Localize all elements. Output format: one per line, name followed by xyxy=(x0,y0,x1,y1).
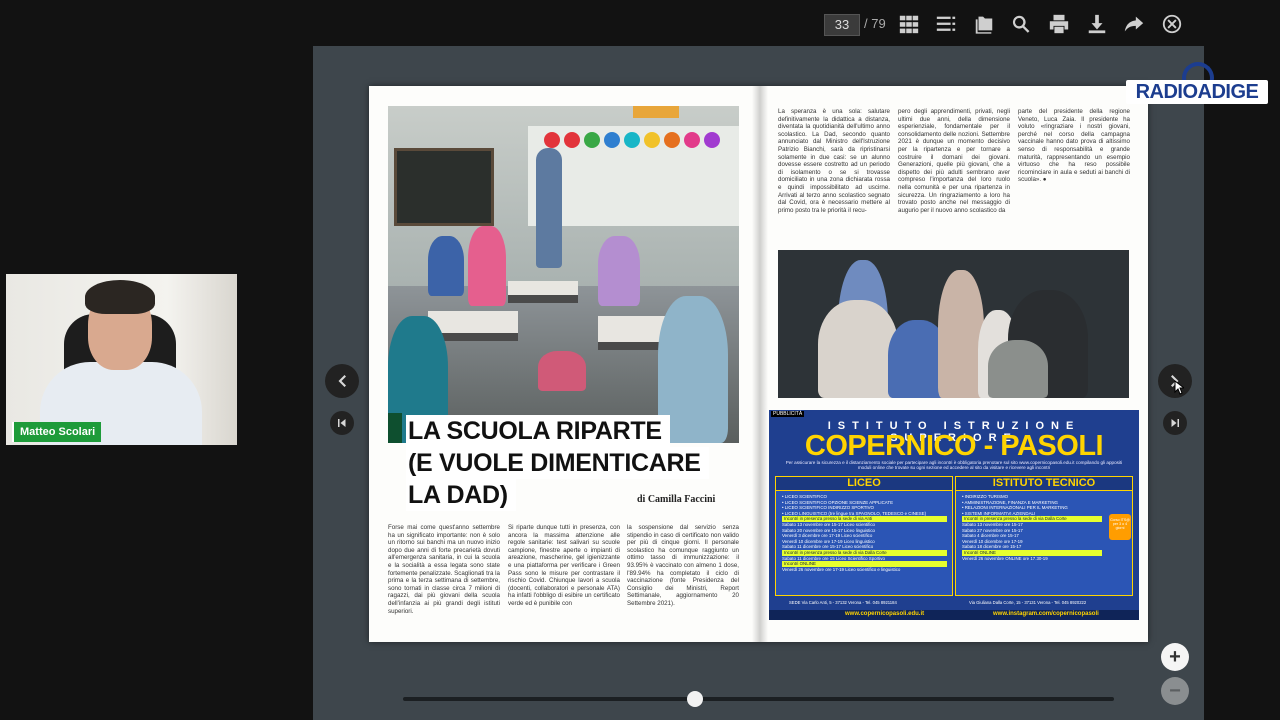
tecnico-line: Venerdì 26 novembre ONLINE ore 17.30-19 xyxy=(962,555,1048,561)
radioadige-logo: RADIOADIGE xyxy=(1126,62,1268,106)
classroom-photo xyxy=(388,106,739,443)
ad-tecnico-title: ISTITUTO TECNICO xyxy=(956,477,1132,491)
page-number-input[interactable]: 33 xyxy=(824,14,860,36)
article-column-5: pero degli apprendimenti, privati, negli… xyxy=(898,108,1010,214)
ad-footer: www.copernicopasoli.edu.it www.instagram… xyxy=(769,610,1139,620)
article-column-1: Forse mai come quest'anno settembre ha u… xyxy=(388,524,500,615)
ad-subtitle: Per assicurare la sicurezza e il distanz… xyxy=(785,460,1123,471)
article-column-3: la sospensione dal servizio senza stipen… xyxy=(627,524,739,607)
share-icon[interactable] xyxy=(1122,12,1146,36)
first-page-button[interactable] xyxy=(330,411,354,435)
webcam-overlay: Matteo Scolari xyxy=(6,274,237,445)
reader-app: { "toolbar": { "current_page": "33", "to… xyxy=(0,0,1280,720)
prev-page-button[interactable] xyxy=(325,364,359,398)
ad-footer-instagram: www.instagram.com/copernicopasoli xyxy=(993,611,1099,617)
ad-address-right: Via Giuliana Dalla Corte, 15 - 37131 Ver… xyxy=(969,600,1087,605)
skip-last-icon xyxy=(1171,419,1179,427)
list-icon[interactable] xyxy=(934,12,958,36)
magazine-spread: LA SCUOLA RIPARTE (E VUOLE DIMENTICARE L… xyxy=(369,86,1148,642)
ad-liceo-title: LICEO xyxy=(776,477,952,491)
page-slider-track[interactable] xyxy=(403,697,1114,701)
article-column-4: La speranza è una sola: salutare definit… xyxy=(778,108,890,214)
ad-liceo-box: LICEO • LICEO SCIENTIFICO • LICEO SCIENTI… xyxy=(775,476,953,596)
chevron-left-icon xyxy=(338,375,346,387)
speaker-name-label: Matteo Scolari xyxy=(14,422,102,442)
print-icon[interactable] xyxy=(1047,12,1071,36)
page-slider-thumb[interactable] xyxy=(686,691,703,707)
ad-tag: PUBBLICITÀ xyxy=(771,411,805,417)
page-total: / 79 xyxy=(864,16,886,31)
search-icon[interactable] xyxy=(1009,12,1033,36)
grid-icon[interactable] xyxy=(897,12,921,36)
page-spine xyxy=(752,86,768,642)
folder-icon[interactable] xyxy=(972,12,996,36)
ad-address-left: SEDE Via Carlo Anti, 5 - 37132 Verona - … xyxy=(789,600,897,605)
last-page-button[interactable] xyxy=(1163,411,1187,435)
byline: di Camilla Faccini xyxy=(637,494,716,505)
ad-tecnico-list: • INDIRIZZO TURISMO • AMMINISTRAZIONE, FI… xyxy=(962,494,1102,561)
students-photo xyxy=(778,250,1129,398)
zoom-out-button[interactable]: − xyxy=(1161,677,1189,705)
headline-line-1: LA SCUOLA RIPARTE xyxy=(406,415,670,447)
skip-first-icon xyxy=(338,419,346,427)
mouse-pointer-icon xyxy=(1174,380,1184,395)
ad-liceo-list: • LICEO SCIENTIFICO • LICEO SCIENTIFICO O… xyxy=(782,494,947,572)
logo-text: RADIOADIGE xyxy=(1126,80,1268,104)
ad-orange-badge: Corso ITS@ per 3 o 4 giorni xyxy=(1109,514,1131,540)
liceo-line: Venerdì 26 novembre ore 17-19 Liceo scie… xyxy=(782,566,901,572)
download-icon[interactable] xyxy=(1085,12,1109,36)
school-advertisement: PUBBLICITÀ ISTITUTO ISTRUZIONE SUPERIORE… xyxy=(769,410,1139,620)
ad-title: COPERNICO - PASOLI xyxy=(804,430,1104,462)
headline-line-2: (E VUOLE DIMENTICARE xyxy=(406,447,709,479)
ad-footer-website: www.copernicopasoli.edu.it xyxy=(845,611,925,617)
headline-line-3: LA DAD) xyxy=(406,479,516,511)
top-toolbar: 33 / 79 xyxy=(0,0,1280,46)
article-column-2: Si riparte dunque tutti in presenza, con… xyxy=(508,524,620,607)
ad-tecnico-box: ISTITUTO TECNICO • INDIRIZZO TURISMO • AM… xyxy=(955,476,1133,596)
article-column-6: parte del presidente della regione Venet… xyxy=(1018,108,1130,184)
close-icon[interactable] xyxy=(1160,12,1184,36)
zoom-in-button[interactable]: + xyxy=(1161,643,1189,671)
